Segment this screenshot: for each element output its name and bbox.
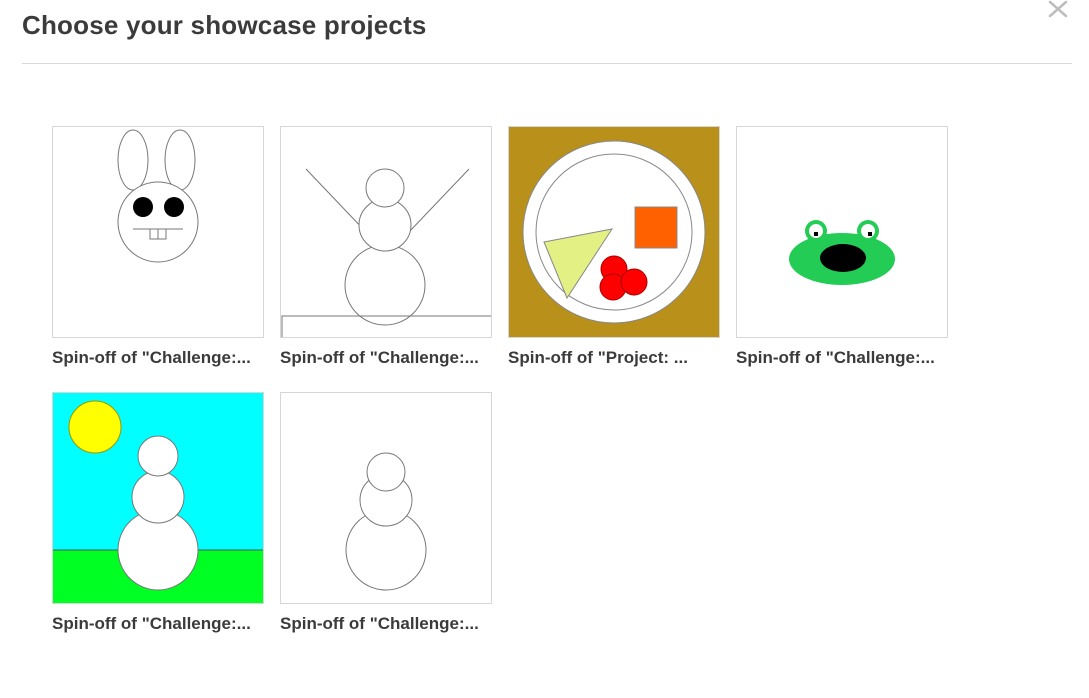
project-card[interactable]: Spin-off of "Challenge:... <box>280 126 492 368</box>
project-card[interactable]: Spin-off of "Challenge:... <box>736 126 948 368</box>
project-card[interactable]: Spin-off of "Challenge:... <box>52 126 264 368</box>
snow-scene-drawing <box>53 393 263 603</box>
dialog-title: Choose your showcase projects <box>22 10 427 40</box>
project-title: Spin-off of "Project: ... <box>508 348 688 367</box>
project-card[interactable]: Spin-off of "Project: ... <box>508 126 720 368</box>
snowman-drawing <box>281 168 491 337</box>
project-thumbnail <box>280 126 492 338</box>
project-thumbnail <box>736 126 948 338</box>
project-title: Spin-off of "Challenge:... <box>280 348 479 367</box>
project-thumbnail <box>280 392 492 604</box>
dialog-header: Choose your showcase projects <box>22 0 1072 64</box>
project-title: Spin-off of "Challenge:... <box>52 614 251 633</box>
plate-drawing <box>509 127 719 337</box>
project-title: Spin-off of "Challenge:... <box>52 348 251 367</box>
snowman-plain-drawing <box>345 452 427 591</box>
project-title: Spin-off of "Challenge:... <box>736 348 935 367</box>
bunny-drawing <box>117 129 199 263</box>
project-card[interactable]: Spin-off of "Challenge:... <box>280 392 492 634</box>
close-icon <box>1048 0 1068 18</box>
close-button[interactable] <box>1046 0 1072 22</box>
project-thumbnail <box>52 126 264 338</box>
frog-drawing <box>789 220 895 285</box>
showcase-dialog: Choose your showcase projects Spin-off o… <box>0 0 1089 698</box>
project-card[interactable]: Spin-off of "Challenge:... <box>52 392 264 634</box>
project-thumbnail <box>52 392 264 604</box>
project-thumbnail <box>508 126 720 338</box>
project-title: Spin-off of "Challenge:... <box>280 614 479 633</box>
